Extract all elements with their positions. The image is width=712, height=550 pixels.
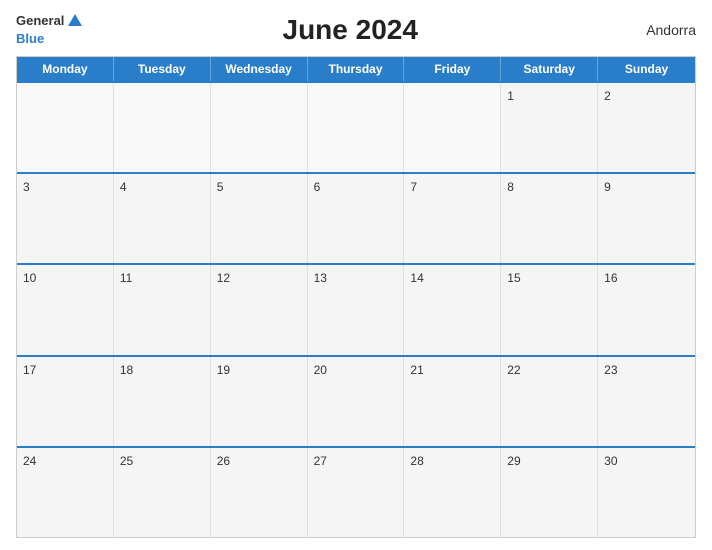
calendar-cell-0-2 (211, 83, 308, 172)
day-number: 4 (120, 180, 127, 194)
calendar-cell-1-5: 8 (501, 174, 598, 263)
day-number: 18 (120, 363, 133, 377)
calendar-page: General Blue June 2024 Andorra Monday Tu… (0, 0, 712, 550)
calendar-cell-3-6: 23 (598, 357, 695, 446)
day-number: 6 (314, 180, 321, 194)
header-friday: Friday (404, 57, 501, 81)
calendar-cell-4-4: 28 (404, 448, 501, 537)
calendar-cell-1-6: 9 (598, 174, 695, 263)
day-number: 30 (604, 454, 617, 468)
header-monday: Monday (17, 57, 114, 81)
calendar-cell-4-2: 26 (211, 448, 308, 537)
day-number: 8 (507, 180, 514, 194)
day-number: 2 (604, 89, 611, 103)
header-thursday: Thursday (308, 57, 405, 81)
calendar-cell-2-6: 16 (598, 265, 695, 354)
calendar-cell-2-5: 15 (501, 265, 598, 354)
page-title: June 2024 (84, 14, 616, 46)
week-row-4: 17 18 19 20 21 22 23 (17, 355, 695, 446)
calendar-cell-4-1: 25 (114, 448, 211, 537)
day-number: 28 (410, 454, 423, 468)
day-number: 14 (410, 271, 423, 285)
calendar-cell-2-4: 14 (404, 265, 501, 354)
calendar-cell-0-0 (17, 83, 114, 172)
day-number: 22 (507, 363, 520, 377)
calendar-body: 1234567891011121314151617181920212223242… (17, 81, 695, 537)
calendar-cell-2-3: 13 (308, 265, 405, 354)
page-header: General Blue June 2024 Andorra (16, 12, 696, 48)
calendar-cell-1-2: 5 (211, 174, 308, 263)
calendar-cell-3-4: 21 (404, 357, 501, 446)
calendar: Monday Tuesday Wednesday Thursday Friday… (16, 56, 696, 538)
calendar-cell-1-4: 7 (404, 174, 501, 263)
calendar-cell-0-6: 2 (598, 83, 695, 172)
day-number: 11 (120, 271, 132, 285)
header-wednesday: Wednesday (211, 57, 308, 81)
header-saturday: Saturday (501, 57, 598, 81)
calendar-cell-2-1: 11 (114, 265, 211, 354)
day-number: 20 (314, 363, 327, 377)
calendar-cell-0-4 (404, 83, 501, 172)
day-number: 17 (23, 363, 36, 377)
calendar-cell-2-2: 12 (211, 265, 308, 354)
day-number: 27 (314, 454, 327, 468)
header-tuesday: Tuesday (114, 57, 211, 81)
country-label: Andorra (616, 22, 696, 38)
logo: General Blue (16, 12, 84, 48)
calendar-cell-4-3: 27 (308, 448, 405, 537)
day-number: 24 (23, 454, 36, 468)
calendar-cell-0-5: 1 (501, 83, 598, 172)
calendar-cell-1-3: 6 (308, 174, 405, 263)
day-number: 19 (217, 363, 230, 377)
week-row-3: 10 11 12 13 14 15 16 (17, 263, 695, 354)
day-number: 13 (314, 271, 327, 285)
day-number: 21 (410, 363, 423, 377)
day-number: 16 (604, 271, 617, 285)
logo-text-blue: Blue (16, 31, 44, 46)
day-number: 29 (507, 454, 520, 468)
calendar-cell-2-0: 10 (17, 265, 114, 354)
calendar-cell-3-0: 17 (17, 357, 114, 446)
calendar-header: Monday Tuesday Wednesday Thursday Friday… (17, 57, 695, 81)
day-number: 12 (217, 271, 230, 285)
day-number: 7 (410, 180, 417, 194)
calendar-cell-1-0: 3 (17, 174, 114, 263)
calendar-cell-4-5: 29 (501, 448, 598, 537)
calendar-cell-4-0: 24 (17, 448, 114, 537)
day-number: 9 (604, 180, 611, 194)
logo-text-general: General (16, 14, 64, 28)
calendar-cell-3-5: 22 (501, 357, 598, 446)
day-number: 15 (507, 271, 520, 285)
day-number: 26 (217, 454, 230, 468)
day-number: 10 (23, 271, 36, 285)
week-row-1: 12 (17, 81, 695, 172)
calendar-cell-3-2: 19 (211, 357, 308, 446)
week-row-2: 3 4 5 6 7 8 9 (17, 172, 695, 263)
week-row-5: 24 25 26 27 28 29 30 (17, 446, 695, 537)
day-number: 5 (217, 180, 224, 194)
calendar-cell-0-3 (308, 83, 405, 172)
day-number: 1 (507, 89, 514, 103)
header-sunday: Sunday (598, 57, 695, 81)
day-number: 25 (120, 454, 133, 468)
calendar-cell-3-1: 18 (114, 357, 211, 446)
calendar-cell-4-6: 30 (598, 448, 695, 537)
day-number: 23 (604, 363, 617, 377)
calendar-cell-1-1: 4 (114, 174, 211, 263)
logo-icon (66, 12, 84, 30)
calendar-cell-0-1 (114, 83, 211, 172)
calendar-cell-3-3: 20 (308, 357, 405, 446)
day-number: 3 (23, 180, 30, 194)
